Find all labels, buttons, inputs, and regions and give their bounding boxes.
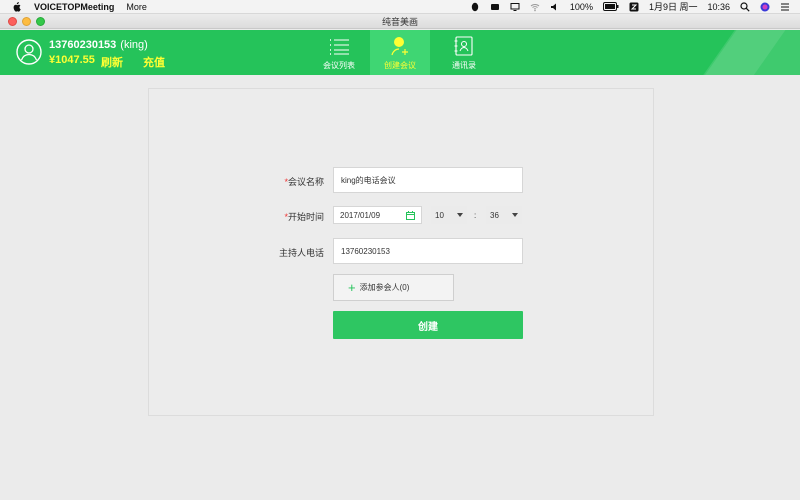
tab-create-meeting[interactable]: 创建会议 — [370, 30, 430, 75]
qq-icon[interactable] — [470, 2, 480, 12]
notification-center-icon[interactable] — [780, 2, 790, 12]
close-window-button[interactable] — [8, 17, 17, 26]
window-controls — [8, 17, 45, 26]
tab-meeting-list[interactable]: 会议列表 — [309, 30, 369, 75]
date-picker-input[interactable]: 2017/01/09 — [333, 206, 422, 224]
add-participant-label: 添加参会人(0) — [359, 283, 410, 292]
host-phone-label-text: 主持人电话 — [278, 248, 324, 258]
menu-more[interactable]: More — [126, 2, 147, 12]
input-method-icon[interactable] — [629, 2, 639, 12]
maximize-window-button[interactable] — [36, 17, 45, 26]
minute-select[interactable]: 36 — [486, 206, 522, 224]
minimize-window-button[interactable] — [22, 17, 31, 26]
tab-meeting-list-label: 会议列表 — [323, 61, 355, 70]
plus-icon: + — [348, 280, 356, 295]
menubar-tray: 100% 1月9日 周一 10:36 — [470, 0, 800, 14]
time-separator: : — [474, 211, 477, 220]
add-participant-button[interactable]: + 添加参会人(0) — [333, 274, 454, 301]
meeting-name-input[interactable]: king的电话会议 — [333, 167, 523, 193]
tab-contacts[interactable]: 通讯录 — [434, 30, 494, 75]
create-meeting-icon — [391, 37, 408, 56]
system-menubar: VOICETOPMeeting More 100% 1月9日 周一 10:36 — [0, 0, 800, 14]
chevron-down-icon — [457, 213, 463, 217]
search-icon[interactable] — [740, 1, 750, 12]
start-time-label: *开始时间 — [244, 210, 324, 223]
date-text: 1月9日 周一 — [648, 2, 698, 12]
battery-icon[interactable] — [602, 2, 619, 11]
account-balance: ¥1047.55 — [49, 54, 95, 66]
chevron-down-icon — [512, 213, 518, 217]
apple-icon[interactable] — [12, 1, 22, 12]
user-phone: 13760230153 (king) — [49, 39, 148, 51]
user-avatar-icon[interactable] — [16, 39, 42, 65]
volume-icon[interactable] — [550, 2, 560, 12]
hour-select[interactable]: 10 — [431, 206, 467, 224]
host-phone-input[interactable]: 13760230153 — [333, 238, 523, 264]
user-phone-number: 13760230153 — [49, 39, 117, 51]
create-meeting-button[interactable]: 创建 — [333, 311, 523, 339]
tab-create-meeting-label: 创建会议 — [384, 61, 416, 70]
calendar-icon[interactable] — [406, 211, 415, 220]
chat-icon[interactable] — [490, 2, 500, 12]
host-phone-value: 13760230153 — [341, 246, 390, 256]
contacts-book-icon — [454, 36, 473, 56]
recharge-link[interactable]: 充值 — [143, 54, 165, 70]
list-icon — [330, 39, 349, 55]
app-menu-name[interactable]: VOICETOPMeeting — [34, 2, 114, 12]
meeting-name-label-text: 会议名称 — [287, 177, 324, 187]
start-time-label-text: 开始时间 — [287, 212, 324, 222]
tab-contacts-label: 通讯录 — [452, 61, 476, 70]
create-meeting-button-label: 创建 — [418, 321, 438, 333]
meeting-name-value: king的电话会议 — [341, 175, 396, 185]
hour-value: 10 — [435, 210, 444, 220]
siri-icon[interactable] — [760, 2, 770, 12]
app-header: 13760230153 (king) ¥1047.55 刷新 充值 会议列表 创建… — [0, 30, 800, 75]
user-name: (king) — [120, 39, 148, 51]
battery-text: 100% — [569, 1, 593, 12]
date-value: 2017/01/09 — [340, 210, 381, 220]
time-text: 10:36 — [707, 1, 730, 12]
minute-value: 36 — [490, 210, 499, 220]
window-titlebar: 纯音美画 — [0, 14, 800, 29]
screen-icon[interactable] — [510, 2, 520, 12]
window-title: 纯音美画 — [381, 16, 418, 27]
host-phone-label: 主持人电话 — [244, 246, 324, 259]
refresh-balance-link[interactable]: 刷新 — [101, 54, 123, 70]
meeting-name-label: *会议名称 — [244, 175, 324, 188]
wifi-icon[interactable] — [530, 2, 540, 12]
